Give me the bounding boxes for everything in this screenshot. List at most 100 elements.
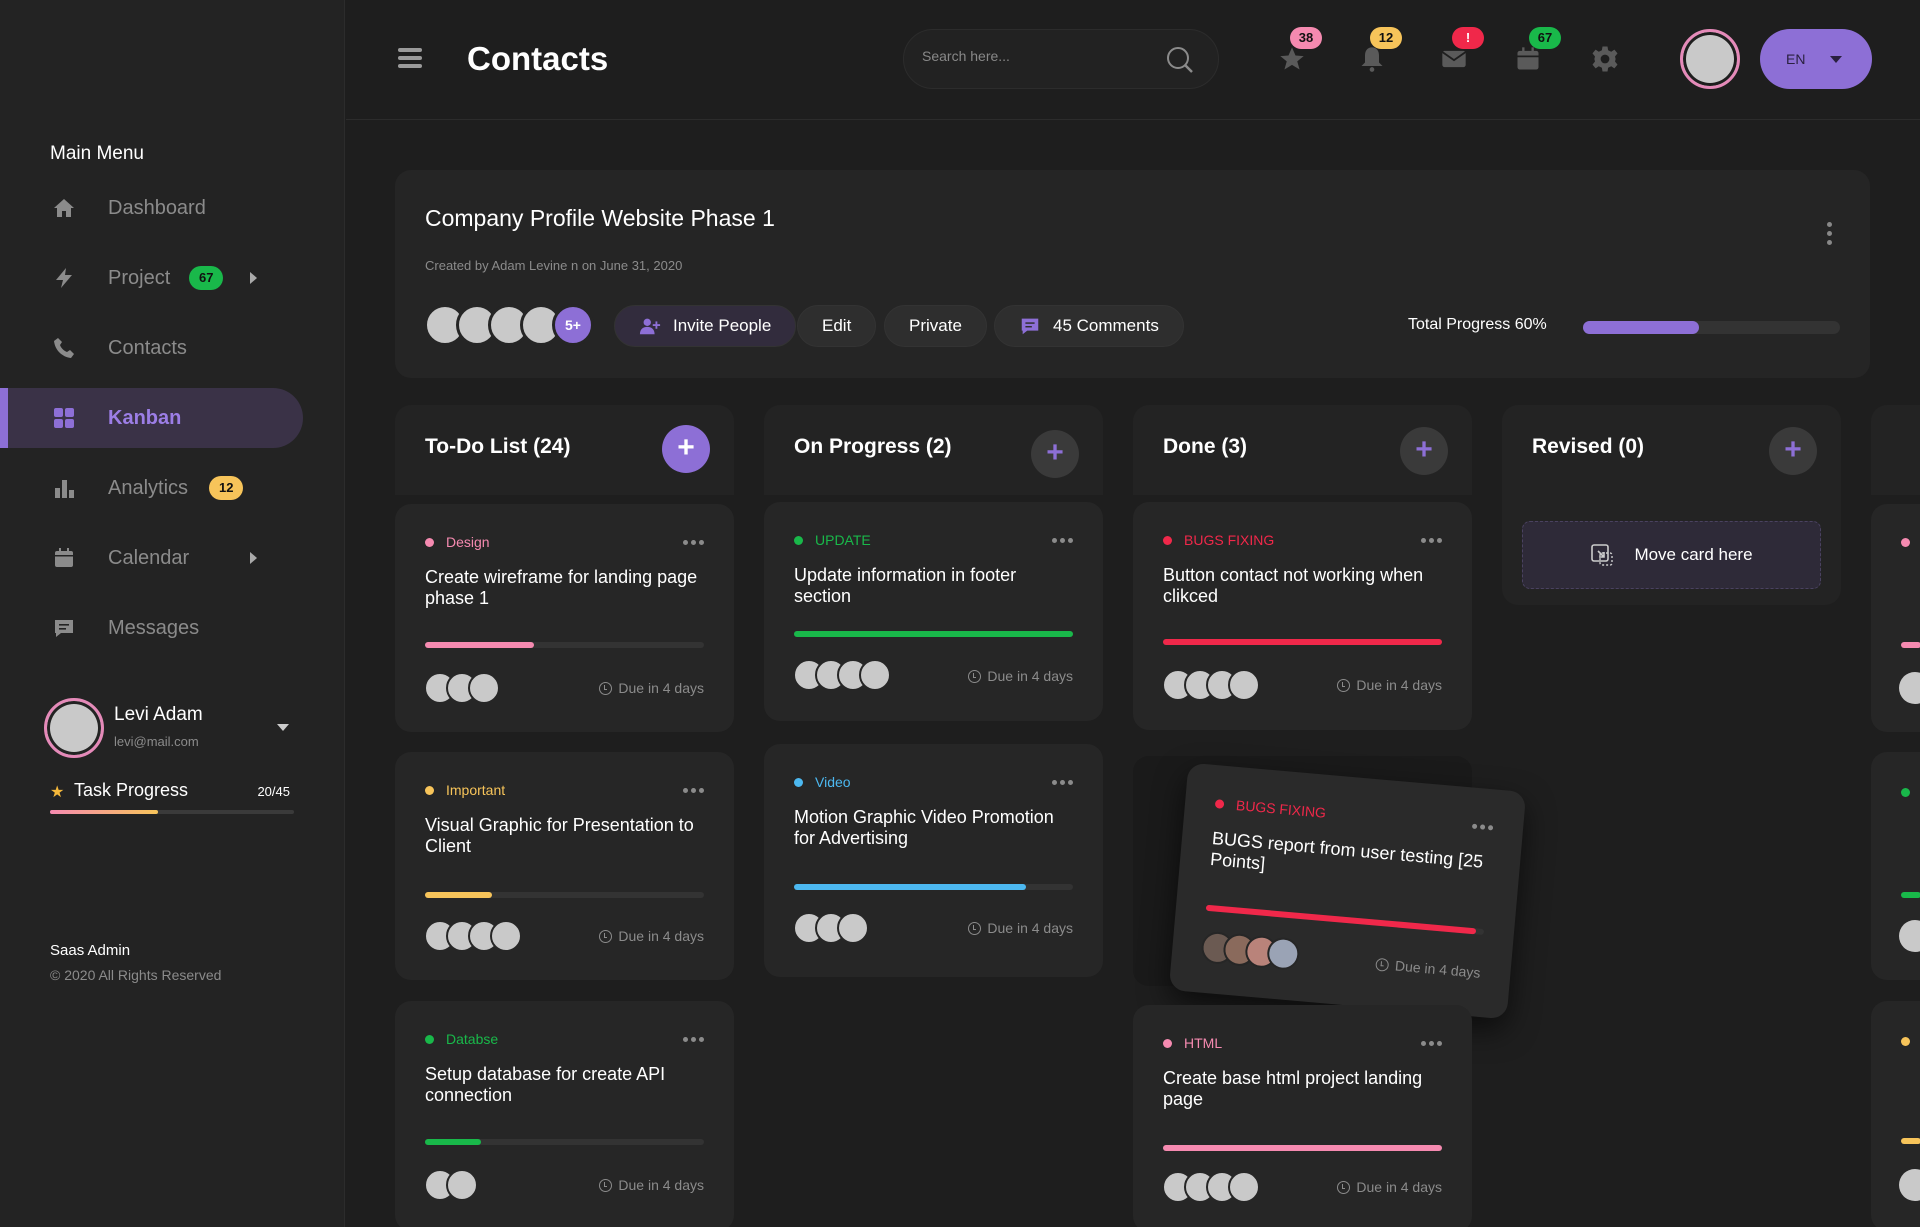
nav-contacts[interactable]: Contacts xyxy=(0,318,303,378)
card-due: Due in 4 days xyxy=(1375,956,1481,981)
more-horizontal-icon[interactable] xyxy=(1418,1041,1442,1046)
kanban-card[interactable]: Databse Setup database for create API co… xyxy=(395,1001,734,1227)
more-horizontal-icon[interactable] xyxy=(1049,780,1073,785)
nav-analytics[interactable]: Analytics 12 xyxy=(0,458,303,518)
bolt-icon xyxy=(50,264,78,292)
nav-calendar[interactable]: Calendar xyxy=(0,528,303,588)
language-selector[interactable]: EN xyxy=(1760,29,1872,89)
column-header: Done (3) + xyxy=(1133,405,1472,495)
kanban-card[interactable]: HTML Create base html project landing pa… xyxy=(1133,1005,1472,1227)
invite-people-button[interactable]: Invite People xyxy=(614,305,797,347)
clock-icon xyxy=(1337,678,1351,692)
nav-dashboard[interactable]: Dashboard xyxy=(0,178,303,238)
add-card-button[interactable]: + xyxy=(1769,427,1817,475)
nav-messages[interactable]: Messages xyxy=(0,598,303,658)
avatar[interactable] xyxy=(44,698,104,758)
card-title: Setup database for create API connection xyxy=(425,1064,666,1105)
gear-icon[interactable] xyxy=(1590,44,1620,74)
card-progress-fill xyxy=(425,1139,481,1145)
search-icon[interactable] xyxy=(1166,46,1194,74)
column-title: Revised (0) xyxy=(1532,435,1645,458)
messages-badge: ! xyxy=(1452,27,1484,49)
card-title: Create base html project landing page xyxy=(1163,1068,1423,1109)
more-horizontal-icon[interactable] xyxy=(1049,538,1073,543)
clock-icon xyxy=(968,669,982,683)
nav-project[interactable]: Project 67 xyxy=(0,248,303,308)
chevron-down-icon[interactable] xyxy=(277,724,289,731)
more-horizontal-icon[interactable] xyxy=(1469,823,1494,831)
kanban-card[interactable]: Important Visual Graphic for Presentatio… xyxy=(395,752,734,980)
more-vertical-icon[interactable] xyxy=(1827,222,1832,249)
card-due-label: Due in 4 days xyxy=(987,668,1073,684)
private-label: Private xyxy=(909,316,962,335)
avatar[interactable] xyxy=(1680,29,1740,89)
nav-messages-label: Messages xyxy=(108,616,200,639)
total-progress-label: Total Progress 60% xyxy=(1408,316,1547,333)
card-progress-bar xyxy=(425,642,704,648)
footer-copyright: © 2020 All Rights Reserved xyxy=(50,967,222,983)
more-horizontal-icon[interactable] xyxy=(680,1037,704,1042)
card-title: Visual Graphic for Presentation to Clien… xyxy=(425,815,694,856)
move-card-label: Move card here xyxy=(1634,545,1753,564)
card-due: Due in 4 days xyxy=(1337,1179,1442,1195)
more-horizontal-icon[interactable] xyxy=(1418,538,1442,543)
move-card-drop-zone[interactable]: Move card here xyxy=(1522,521,1821,589)
task-progress-label: Task Progress xyxy=(74,780,189,800)
nav-project-label: Project xyxy=(108,266,171,289)
header: Contacts 38 12 ! 67 EN xyxy=(346,0,1920,120)
chevron-right-icon xyxy=(250,272,257,284)
column-header: To-Do List (24) + xyxy=(395,405,734,495)
chevron-down-icon xyxy=(1830,56,1842,63)
card-progress-bar xyxy=(425,1139,704,1145)
column-title: On Progress (2) xyxy=(794,435,952,458)
favorites-badge: 38 xyxy=(1290,27,1322,49)
card-progress-fill xyxy=(1163,1145,1442,1151)
card-progress-bar xyxy=(1163,1145,1442,1151)
clock-icon xyxy=(968,921,982,935)
search-input[interactable] xyxy=(922,48,1152,64)
edit-button[interactable]: Edit xyxy=(797,305,877,347)
kanban-card-dragging[interactable]: BUGS FIXING BUGS report from user testin… xyxy=(1168,762,1527,1020)
phone-icon xyxy=(50,334,78,362)
card-progress-bar xyxy=(794,884,1073,890)
user-profile[interactable]: Levi Adam levi@mail.com xyxy=(44,698,289,758)
total-progress-bar xyxy=(1583,321,1840,334)
invite-people-label: Invite People xyxy=(673,316,772,335)
main-menu-title: Main Menu xyxy=(50,143,144,164)
chevron-right-icon xyxy=(250,552,257,564)
kanban-card[interactable]: Video Motion Graphic Video Promotion for… xyxy=(764,744,1103,977)
card-due: Due in 4 days xyxy=(968,668,1073,684)
add-card-button[interactable]: + xyxy=(1031,430,1079,478)
kanban-card[interactable]: BUGS FIXING Button contact not working w… xyxy=(1133,502,1472,730)
card-due-label: Due in 4 days xyxy=(1356,677,1442,693)
move-card-icon xyxy=(1591,544,1614,566)
card-progress-bar xyxy=(794,631,1073,637)
kanban-card[interactable]: UPDATE Update information in footer sect… xyxy=(764,502,1103,721)
project-meta: Created by Adam Levine n on June 31, 202… xyxy=(425,258,683,273)
notifications-badge: 12 xyxy=(1370,27,1402,49)
comments-button[interactable]: 45 Comments xyxy=(994,305,1184,347)
kanban-card[interactable]: Design Create wireframe for landing page… xyxy=(395,504,734,732)
more-horizontal-icon[interactable] xyxy=(680,788,704,793)
card-progress-fill xyxy=(794,631,1073,637)
page-title: Contacts xyxy=(467,40,609,77)
private-button[interactable]: Private xyxy=(884,305,987,347)
card-title: BUGS report from user testing [25 Points… xyxy=(1209,828,1485,874)
more-horizontal-icon[interactable] xyxy=(680,540,704,545)
card-due-label: Due in 4 days xyxy=(618,680,704,696)
add-card-button[interactable]: + xyxy=(1400,427,1448,475)
card-progress-fill xyxy=(425,892,492,898)
card-title: Update information in footer section xyxy=(794,565,1017,606)
card-tag: Video xyxy=(794,774,851,790)
card-due-label: Due in 4 days xyxy=(1394,957,1482,981)
card-tag: Databse xyxy=(425,1031,498,1047)
card-progress-fill xyxy=(794,884,1026,890)
add-card-button[interactable]: + xyxy=(662,425,710,473)
search-box xyxy=(903,29,1219,89)
clock-icon xyxy=(1375,957,1390,972)
card-due: Due in 4 days xyxy=(599,1177,704,1193)
chat-icon xyxy=(1021,318,1039,335)
nav-kanban[interactable]: Kanban xyxy=(0,388,303,448)
project-members[interactable]: 5+ xyxy=(424,304,604,346)
hamburger-menu-icon[interactable] xyxy=(398,48,422,72)
